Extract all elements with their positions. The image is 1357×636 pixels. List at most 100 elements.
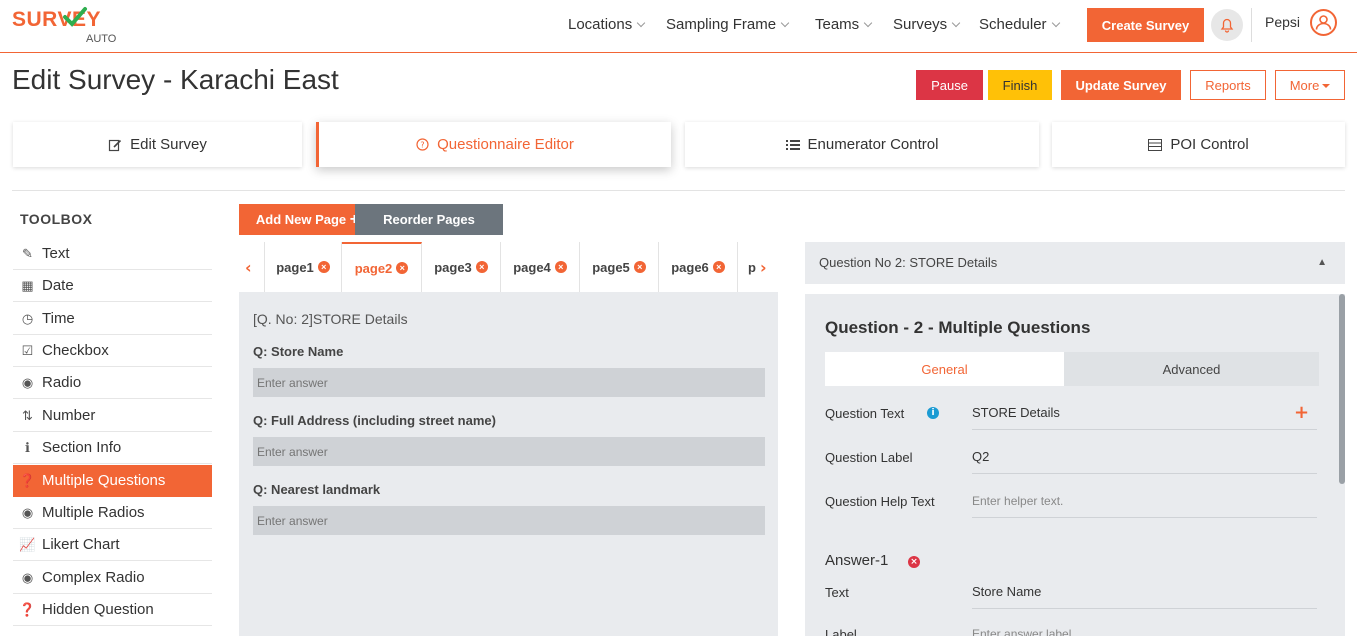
question-label: Q: Full Address (including street name) [253,413,496,428]
question-label-field[interactable]: Q2 [972,446,1317,474]
radio-icon: ◉ [21,374,34,390]
tab-page-label: page1 [276,259,314,275]
tab-page6[interactable]: page6 × [659,242,738,292]
toolbox-item-label: Multiple Radios [42,504,145,521]
notifications-button[interactable] [1211,9,1243,41]
page-tabs: ‹ page1 × page2 × page3 × page4 × page5 × pag… [239,242,778,292]
toolbox-item-hidden-question[interactable]: ❓ Hidden Question [13,594,212,626]
close-icon[interactable]: × [475,261,488,273]
tab-page2[interactable]: page2 × [342,242,422,292]
radio-icon: ◉ [21,569,34,585]
close-icon[interactable]: × [712,261,725,273]
user-avatar[interactable] [1310,9,1337,36]
question-circle-icon: ❓ [19,472,36,488]
tab-questionnaire-editor[interactable]: ? Questionnaire Editor [316,122,671,167]
toolbox-item-multiple-radios[interactable]: ◉ Multiple Radios [13,497,212,529]
remove-answer-icon[interactable]: × [908,556,920,568]
checkbox-icon: ☑ [21,342,34,358]
editor-subtabs: General Advanced [825,352,1319,386]
nav-sampling-frame[interactable]: Sampling Frame [666,16,790,33]
tab-page4[interactable]: page4 × [501,242,580,292]
nav-locations-label: Locations [568,16,633,33]
nav-surveys[interactable]: Surveys [893,16,961,33]
user-name[interactable]: Pepsi [1265,14,1300,30]
editor-scrollbar[interactable] [1339,294,1345,484]
close-icon[interactable]: × [554,261,567,273]
nearest-landmark-input[interactable] [253,506,765,535]
field-label: Label [825,627,857,636]
toolbox-item-radio[interactable]: ◉ Radio [13,367,212,399]
more-dropdown-button[interactable]: More [1275,70,1345,100]
tab-page-label: page2 [354,260,393,276]
question-select[interactable]: Question No 2: STORE Details ▲ [805,242,1345,284]
tab-edit-survey[interactable]: Edit Survey [13,122,302,167]
close-icon[interactable]: × [396,262,409,274]
update-survey-button[interactable]: Update Survey [1061,70,1181,100]
nav-divider [1251,8,1252,42]
create-survey-button[interactable]: Create Survey [1087,8,1204,42]
question-text-field[interactable]: STORE Details [972,402,1317,430]
tab-page7[interactable]: p [738,242,758,292]
chevron-down-icon [863,18,873,28]
tab-page3[interactable]: page3 × [422,242,501,292]
more-label: More [1289,77,1320,93]
nav-teams[interactable]: Teams [815,16,873,33]
editor-title: Question - 2 - Multiple Questions [825,318,1091,337]
tab-advanced[interactable]: Advanced [1064,352,1319,386]
answer-title: Answer-1 [825,552,889,569]
tab-edit-survey-label: Edit Survey [130,136,207,153]
chevron-right-icon[interactable]: › [760,258,767,277]
reorder-pages-button[interactable]: Reorder Pages [355,204,503,235]
info-icon[interactable]: i [927,407,939,419]
pause-button[interactable]: Pause [916,70,983,100]
question-preview-header: [Q. No: 2]STORE Details [253,311,408,327]
store-name-input[interactable] [253,368,765,397]
caret-down-icon [1322,83,1331,88]
nav-teams-label: Teams [815,16,860,33]
tab-poi-control[interactable]: POI Control [1052,122,1345,167]
chevron-down-icon [780,18,790,28]
nav-surveys-label: Surveys [893,16,948,33]
finish-button[interactable]: Finish [988,70,1052,100]
plus-icon[interactable]: + [1294,402,1309,423]
info-icon: ℹ [25,439,30,455]
toolbox-item-checkbox[interactable]: ☑ Checkbox [13,335,212,367]
tab-general[interactable]: General [825,352,1064,386]
reports-button[interactable]: Reports [1190,70,1266,100]
answer-label-field[interactable]: Enter answer label [972,623,1317,636]
tab-page-label: p [748,259,756,275]
full-address-input[interactable] [253,437,765,466]
answer-text-field[interactable]: Store Name [972,581,1317,609]
toolbox-item-number[interactable]: ⇅ Number [13,400,212,432]
question-select-value: Question No 2: STORE Details [819,255,998,270]
close-icon[interactable]: × [633,261,646,273]
toolbox-item-label: Section Info [42,439,122,456]
toolbox-item-likert-chart[interactable]: 📈 Likert Chart [13,529,212,561]
nav-sampling-frame-label: Sampling Frame [666,16,777,33]
tab-enumerator-control[interactable]: Enumerator Control [685,122,1039,167]
field-label: Question Label [825,450,913,465]
close-icon[interactable]: × [317,261,330,273]
calendar-icon: ▦ [21,277,34,293]
chevron-left-icon[interactable]: ‹ [245,258,252,277]
toolbox-item-text[interactable]: ✎ Text [13,238,212,270]
toolbox-item-time[interactable]: ◷ Time [13,303,212,335]
nav-scheduler[interactable]: Scheduler [979,16,1060,33]
sort-arrows-icon: ▲ [1317,257,1327,268]
toolbox-item-section-info[interactable]: ℹ Section Info [13,432,212,464]
tab-page5[interactable]: page5 × [580,242,659,292]
toolbox-item-complex-radio[interactable]: ◉ Complex Radio [13,562,212,594]
toolbox-item-date[interactable]: ▦ Date [13,270,212,302]
nav-locations[interactable]: Locations [568,16,646,33]
toolbox-item-label: Radio [42,374,82,391]
tab-page1[interactable]: page1 × [264,242,342,292]
survey-auto-logo[interactable]: SURVEY AUTO [12,6,122,48]
field-label: Question Help Text [825,494,935,509]
question-help-text-field[interactable]: Enter helper text. [972,490,1317,518]
toolbox-item-multiple-questions[interactable]: ❓ Multiple Questions [13,465,212,497]
bell-icon [1220,18,1234,33]
toolbox-item-label: Checkbox [42,342,109,359]
tab-poi-control-label: POI Control [1170,136,1249,153]
tab-page-label: page3 [434,259,472,275]
pencil-icon: ✎ [22,245,33,261]
